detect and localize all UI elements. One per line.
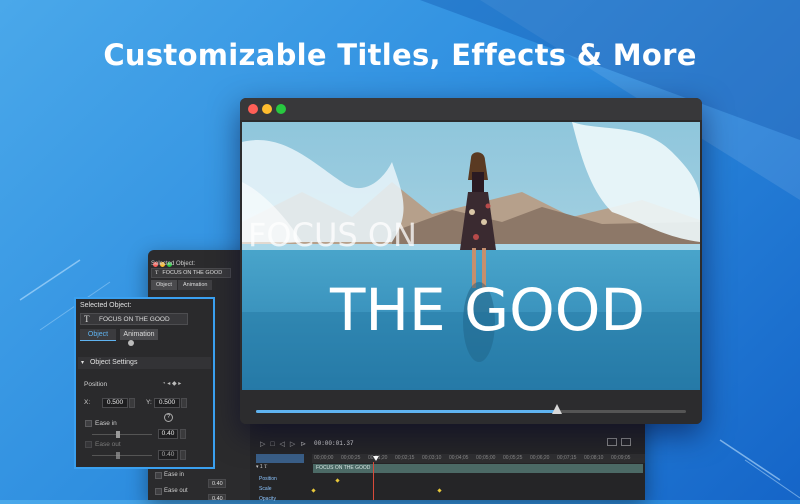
step-back-icon[interactable]: ◁ [280,441,285,448]
video-frame-image: FOCUS ON THE GOOD [242,122,700,390]
ease-in-slider[interactable] [92,434,152,435]
zoom-button[interactable] [276,104,286,114]
timeline-clip[interactable]: FOCUS ON THE GOOD [313,464,643,473]
editor-ease-in-checkbox[interactable] [155,472,162,479]
minimize-button[interactable] [262,104,272,114]
property-label: Position [259,476,277,482]
overlay-text-line1: FOCUS ON [248,216,417,254]
fullscreen-icon[interactable] [621,438,631,446]
object-settings-header[interactable]: ▾ Object Settings [78,357,211,369]
editor-tab-object[interactable]: Object [151,280,177,290]
video-window: FOCUS ON THE GOOD [240,98,702,424]
editor-ease-in-value[interactable]: 0.40 [208,479,226,488]
skip-end-icon[interactable]: ⊳ [300,441,306,448]
video-preview[interactable]: FOCUS ON THE GOOD [242,122,700,390]
editor-selected-object-label: Selected Object: [151,261,196,267]
next-keyframe-icon[interactable]: ▸ [178,381,181,387]
section-title: Object Settings [89,359,138,366]
step-forward-icon[interactable]: ▷ [290,441,295,448]
ruler-tick: 00;04;05 [449,455,469,461]
text-track-icon: T [264,465,268,470]
editor-ease-out-value[interactable]: 0.40 [208,494,226,502]
x-stepper[interactable] [129,398,135,408]
ruler-tick: 00;05;25 [503,455,523,461]
ease-out-value[interactable]: 0.40 [158,450,178,460]
text-icon: T [155,270,159,276]
stopwatch-icon[interactable]: ◔ [162,381,166,387]
close-button[interactable] [248,104,258,114]
ruler-tick: 00;09;05 [611,455,631,461]
y-stepper[interactable] [181,398,187,408]
editor-object-text-field[interactable]: T FOCUS ON THE GOOD [151,268,231,278]
ruler-tick: 00;08;10 [584,455,604,461]
timecode-display: 00:00:01.37 [314,440,354,447]
object-text-value: FOCUS ON THE GOOD [99,316,170,323]
playhead-marker[interactable] [373,456,379,461]
add-keyframe-icon[interactable]: ◆ [172,381,177,387]
editor-tab-animation[interactable]: Animation [178,280,213,290]
property-row-position[interactable]: Position [250,475,645,484]
ruler-tick: 00;06;20 [530,455,550,461]
ease-in-checkbox[interactable] [85,420,92,427]
ruler-tick: 00;00;25 [341,455,361,461]
editor-ease-out-label: Ease out [164,488,188,494]
transport-controls[interactable]: ▷ □ ◁ ▷ ⊳ [260,440,306,448]
property-label: Opacity [259,496,276,502]
track-header: ▾ 1 T [256,464,268,470]
y-position-input[interactable]: 0.500 [154,398,180,408]
tab-object[interactable]: Object [80,329,116,341]
monitor-icon[interactable] [607,438,617,446]
time-ruler[interactable]: 00;00;00 00;00;25 00;01;20 00;02;15 00;03;10… [312,454,645,463]
position-label: Position [84,381,108,388]
editor-ease-out-checkbox[interactable] [155,488,162,495]
x-label: X: [84,399,91,406]
selected-object-label: Selected Object: [80,302,132,309]
text-icon: T [84,314,90,324]
scrub-progress [256,410,557,413]
track-header-toolbar[interactable] [256,454,304,463]
x-position-input[interactable]: 0.500 [102,398,128,408]
ease-in-label: Ease in [95,420,117,427]
ease-in-stepper[interactable] [180,429,186,439]
ruler-tick: 00;07;15 [557,455,577,461]
prev-keyframe-icon[interactable]: ◂ [167,381,170,387]
ruler-tick: 00;03;10 [422,455,442,461]
ease-out-slider[interactable] [92,455,152,456]
ease-in-slider-knob[interactable] [116,431,120,438]
stop-icon[interactable]: □ [270,441,274,448]
video-window-titlebar [240,98,702,120]
play-icon[interactable]: ▷ [260,441,265,448]
playhead-line [373,462,374,500]
tab-scroll-knob[interactable] [128,340,134,346]
ruler-tick: 00;02;15 [395,455,415,461]
help-icon[interactable]: ? [164,413,173,422]
object-text-field[interactable]: T FOCUS ON THE GOOD [80,313,188,325]
editor-object-text: FOCUS ON THE GOOD [162,270,223,276]
playback-controls [240,390,702,424]
ruler-tick: 00;05;00 [476,455,496,461]
ease-out-label: Ease out [95,441,121,448]
overlay-text-line2: THE GOOD [329,276,645,344]
ease-in-value[interactable]: 0.40 [158,429,178,439]
property-row-scale[interactable]: Scale [250,485,645,494]
track-number: 1 [259,464,263,470]
keyframe-nav[interactable]: ◔ ◂ ◆ ▸ [162,380,181,387]
ruler-tick: 00;00;00 [314,455,334,461]
headline: Customizable Titles, Effects & More [103,38,697,72]
ease-out-checkbox[interactable] [85,441,92,448]
object-inspector: Selected Object: T FOCUS ON THE GOOD Obj… [74,297,215,469]
editor-ease-in-label: Ease in [164,472,185,478]
y-label: Y: [146,399,152,406]
property-label: Scale [259,486,272,492]
scrub-handle[interactable] [552,404,562,414]
ease-out-stepper[interactable] [180,450,186,460]
collapse-triangle-icon[interactable]: ▾ [81,360,84,366]
tab-animation[interactable]: Animation [120,329,158,340]
ease-out-slider-knob[interactable] [116,452,120,459]
